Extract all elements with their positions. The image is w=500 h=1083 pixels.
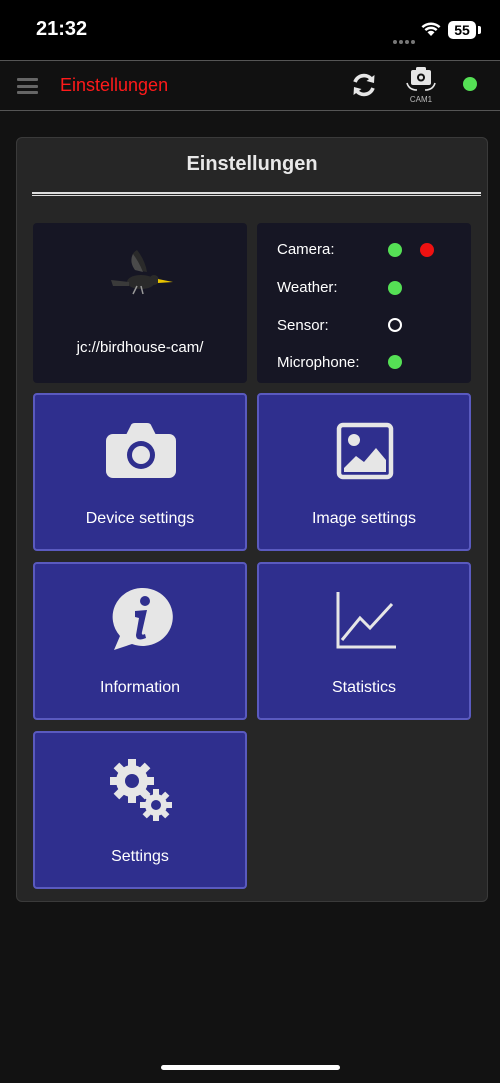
- image-icon: [336, 422, 394, 480]
- home-indicator[interactable]: [161, 1065, 340, 1070]
- settings-tile[interactable]: Settings: [33, 731, 247, 889]
- clock: 21:32: [36, 18, 88, 40]
- signal-icon: [393, 31, 417, 49]
- information-icon: [112, 587, 173, 650]
- camera-status-dot-1: [388, 243, 402, 257]
- information-tile[interactable]: Information: [33, 562, 247, 720]
- gears-icon: [110, 759, 172, 821]
- panel-title: Einstellungen: [186, 153, 318, 175]
- device-settings-tile[interactable]: Device settings: [33, 393, 247, 551]
- camera-switch-icon: [406, 67, 436, 91]
- header-title: Einstellungen: [60, 75, 169, 95]
- app-header: Einstellungen CAM1: [0, 60, 500, 111]
- device-settings-label: Device settings: [85, 510, 195, 527]
- settings-label: Settings: [111, 848, 169, 865]
- device-info-card: jc://birdhouse-cam/: [33, 223, 247, 383]
- image-settings-tile[interactable]: Image settings: [257, 393, 471, 551]
- connection-status-indicator: [463, 77, 477, 91]
- microphone-status-dot: [388, 355, 402, 369]
- wifi-icon: [421, 22, 441, 36]
- battery-tip: [478, 26, 481, 34]
- sensor-status-dot: [388, 318, 402, 332]
- information-label: Information: [99, 679, 181, 696]
- microphone-status-label: Microphone:: [277, 354, 360, 371]
- device-address: jc://birdhouse-cam/: [76, 339, 204, 356]
- statistics-tile[interactable]: Statistics: [257, 562, 471, 720]
- statistics-label: Statistics: [331, 679, 396, 696]
- line-chart-icon: [336, 592, 396, 649]
- camera-status-label: Camera:: [277, 241, 335, 258]
- bird-logo-icon: [111, 250, 173, 295]
- system-status-bar: 21:32 55: [0, 0, 500, 60]
- battery-icon: 55: [448, 21, 476, 39]
- weather-status-dot: [388, 281, 402, 295]
- camera-switch-button[interactable]: CAM1: [403, 66, 439, 104]
- camera-status-dot-2: [420, 243, 434, 257]
- status-card: Camera: Weather: Sensor: Microphone:: [257, 223, 471, 383]
- camera-icon: [106, 423, 176, 478]
- reload-icon[interactable]: [349, 70, 379, 100]
- weather-status-label: Weather:: [277, 279, 338, 296]
- camera-label: CAM1: [409, 95, 433, 104]
- image-settings-label: Image settings: [311, 510, 417, 527]
- sensor-status-label: Sensor:: [277, 317, 329, 334]
- menu-icon[interactable]: [17, 78, 38, 94]
- title-divider: [32, 192, 481, 196]
